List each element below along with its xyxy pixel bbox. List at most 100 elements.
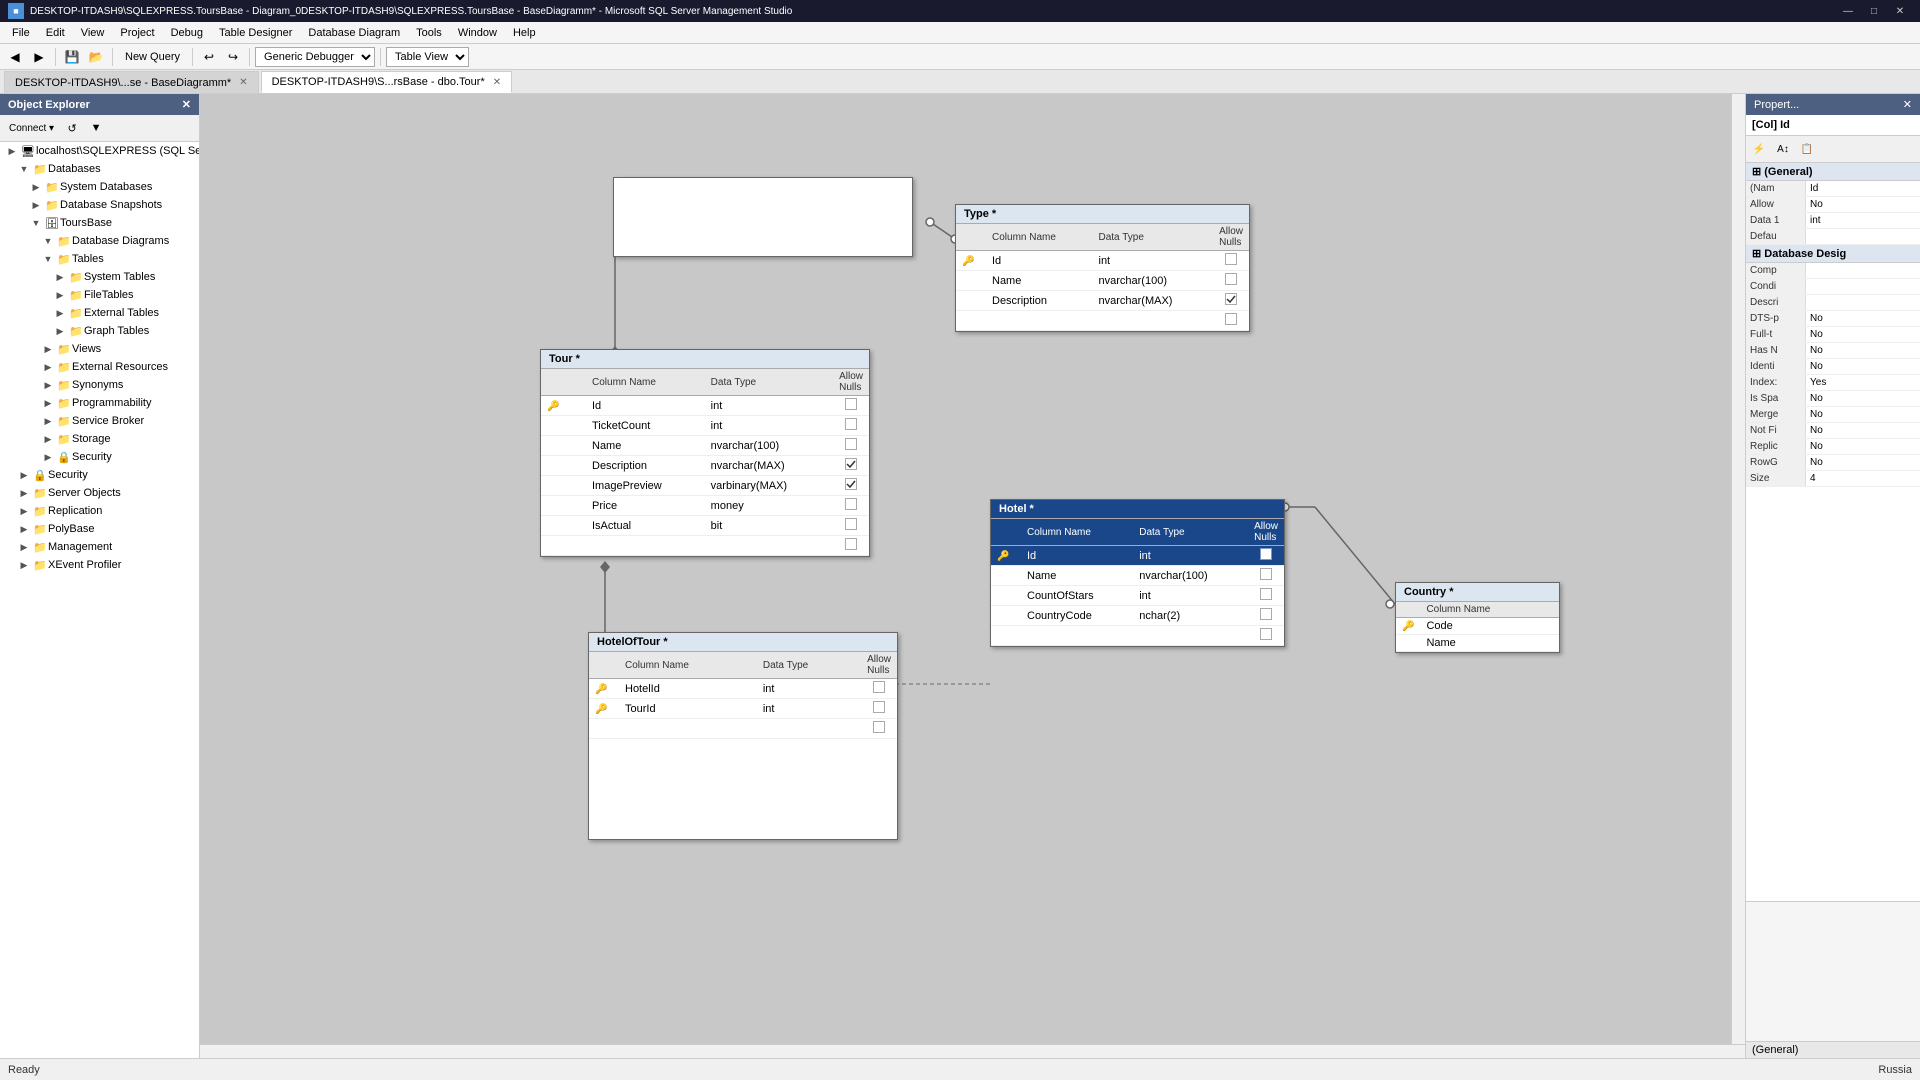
table-row[interactable]: 🔑 HotelId int [589, 679, 897, 699]
tree-expand-icon: ▶ [40, 362, 56, 373]
table-row[interactable]: Description nvarchar(MAX) [541, 456, 869, 476]
tree-item-9[interactable]: ▶📁External Tables [0, 304, 199, 322]
oe-refresh-button[interactable]: ↺ [61, 117, 83, 139]
tree-item-2[interactable]: ▶📁System Databases [0, 178, 199, 196]
table-row[interactable]: Name [1396, 635, 1559, 652]
hoteloftour-table[interactable]: HotelOfTour * Column Name Data Type Allo… [588, 632, 898, 840]
tree-item-10[interactable]: ▶📁Graph Tables [0, 322, 199, 340]
tab-1[interactable]: DESKTOP-ITDASH9\S...rsBase - dbo.Tour*✕ [261, 71, 513, 93]
tab-close-0[interactable]: ✕ [239, 77, 247, 88]
col-type: nvarchar(100) [1093, 271, 1214, 291]
tree-item-16[interactable]: ▶📁Storage [0, 430, 199, 448]
prop-close-icon[interactable]: ✕ [1903, 98, 1912, 111]
tb-new-query[interactable]: New Query [118, 46, 187, 68]
tree-item-20[interactable]: ▶📁Replication [0, 502, 199, 520]
table-row[interactable]: CountOfStars int [991, 586, 1284, 606]
tb-open[interactable]: 📂 [85, 46, 107, 68]
debugger-dropdown[interactable]: Generic Debugger [255, 47, 375, 67]
tree-item-23[interactable]: ▶📁XEvent Profiler [0, 556, 199, 574]
tab-close-1[interactable]: ✕ [493, 77, 501, 88]
oe-filter-button[interactable]: ▼ [85, 117, 107, 139]
tree-expand-icon: ▶ [16, 560, 32, 571]
prop-row: Index: Yes [1746, 375, 1920, 391]
menu-item-window[interactable]: Window [450, 22, 505, 44]
prop-btn2[interactable]: A↕ [1772, 138, 1794, 160]
tree-item-0[interactable]: ▶🖥localhost\SQLEXPRESS (SQL Server 14.0.… [0, 142, 199, 160]
menu-item-project[interactable]: Project [112, 22, 162, 44]
table-row[interactable]: 🔑 Code [1396, 618, 1559, 635]
tree-item-22[interactable]: ▶📁Management [0, 538, 199, 556]
tour-table[interactable]: Tour * Column Name Data Type Allow Nulls… [540, 349, 870, 557]
maximize-button[interactable]: □ [1862, 2, 1886, 20]
table-row[interactable] [991, 626, 1284, 646]
table-row[interactable]: 🔑 Id int [541, 396, 869, 416]
tree-item-5[interactable]: ▼📁Database Diagrams [0, 232, 199, 250]
table-row[interactable]: 🔑 Id int [956, 251, 1249, 271]
type-table[interactable]: Type * Column Name Data Type Allow Nulls… [955, 204, 1250, 332]
tb-undo[interactable]: ↩ [198, 46, 220, 68]
tree-item-8[interactable]: ▶📁FileTables [0, 286, 199, 304]
oe-connect-button[interactable]: Connect ▾ [4, 117, 59, 139]
menu-item-view[interactable]: View [73, 22, 113, 44]
tree-item-11[interactable]: ▶📁Views [0, 340, 199, 358]
table-row[interactable]: ImagePreview varbinary(MAX) [541, 476, 869, 496]
table-row[interactable]: Name nvarchar(100) [541, 436, 869, 456]
tree-item-3[interactable]: ▶📁Database Snapshots [0, 196, 199, 214]
view-dropdown[interactable]: Table View [386, 47, 469, 67]
table-row[interactable]: TicketCount int [541, 416, 869, 436]
tree-item-6[interactable]: ▼📁Tables [0, 250, 199, 268]
table-row[interactable]: CountryCode nchar(2) [991, 606, 1284, 626]
table-row[interactable]: 🔑 TourId int [589, 699, 897, 719]
tree-item-21[interactable]: ▶📁PolyBase [0, 520, 199, 538]
tb-save[interactable]: 💾 [61, 46, 83, 68]
tree-item-14[interactable]: ▶📁Programmability [0, 394, 199, 412]
diagram-area[interactable]: Tour * Column Name Data Type Allow Nulls… [200, 94, 1745, 1058]
tree-item-13[interactable]: ▶📁Synonyms [0, 376, 199, 394]
prop-btn1[interactable]: ⚡ [1748, 138, 1770, 160]
menu-item-database diagram[interactable]: Database Diagram [300, 22, 408, 44]
menu-item-file[interactable]: File [4, 22, 38, 44]
menu-item-debug[interactable]: Debug [163, 22, 211, 44]
menu-item-edit[interactable]: Edit [38, 22, 73, 44]
table-row[interactable]: 🔑 Id int [991, 546, 1284, 566]
table-row[interactable]: Name nvarchar(100) [956, 271, 1249, 291]
table-row[interactable]: Description nvarchar(MAX) [956, 291, 1249, 311]
menu-item-help[interactable]: Help [505, 22, 544, 44]
status-region: Russia [1878, 1064, 1912, 1076]
prop-content: ⊞ (General) (Nam Id Allow No Data 1 int … [1746, 163, 1920, 901]
tree-node-icon: 📁 [56, 233, 72, 249]
tree-item-12[interactable]: ▶📁External Resources [0, 358, 199, 376]
tree-item-15[interactable]: ▶📁Service Broker [0, 412, 199, 430]
table-row[interactable]: Name nvarchar(100) [991, 566, 1284, 586]
tree-item-4[interactable]: ▼🗄ToursBase [0, 214, 199, 232]
table-row[interactable] [589, 719, 897, 739]
close-button[interactable]: ✕ [1888, 2, 1912, 20]
main-layout: Object Explorer ✕ Connect ▾ ↺ ▼ ▶🖥localh… [0, 94, 1920, 1058]
diagram-scrollbar-horizontal[interactable] [200, 1044, 1745, 1058]
prop-btn3[interactable]: 📋 [1796, 138, 1818, 160]
tree-item-7[interactable]: ▶📁System Tables [0, 268, 199, 286]
tree-item-1[interactable]: ▼📁Databases [0, 160, 199, 178]
country-table[interactable]: Country * Column Name 🔑 Code Name [1395, 582, 1560, 653]
hotel-table[interactable]: Hotel * Column Name Data Type Allow Null… [990, 499, 1285, 647]
diagram-scrollbar-vertical[interactable] [1731, 94, 1745, 1044]
tab-0[interactable]: DESKTOP-ITDASH9\...se - BaseDiagramm*✕ [4, 71, 259, 93]
table-row[interactable]: IsActual bit [541, 516, 869, 536]
tree-item-18[interactable]: ▶🔒Security [0, 466, 199, 484]
tree-item-17[interactable]: ▶🔒Security [0, 448, 199, 466]
minimize-button[interactable]: — [1836, 2, 1860, 20]
tree-item-19[interactable]: ▶📁Server Objects [0, 484, 199, 502]
table-row[interactable]: Price money [541, 496, 869, 516]
menu-item-tools[interactable]: Tools [408, 22, 450, 44]
tree-node-icon: 📁 [56, 251, 72, 267]
tb-redo[interactable]: ↪ [222, 46, 244, 68]
menu-item-table designer[interactable]: Table Designer [211, 22, 300, 44]
oe-close-icon[interactable]: ✕ [182, 98, 191, 111]
table-row[interactable] [541, 536, 869, 556]
tree-expand-icon: ▶ [40, 416, 56, 427]
tb-sep4 [249, 48, 250, 66]
table-row[interactable] [956, 311, 1249, 331]
tb-forward[interactable]: ▶ [28, 46, 50, 68]
tb-back[interactable]: ◀ [4, 46, 26, 68]
tree-node-label: Security [72, 451, 112, 463]
